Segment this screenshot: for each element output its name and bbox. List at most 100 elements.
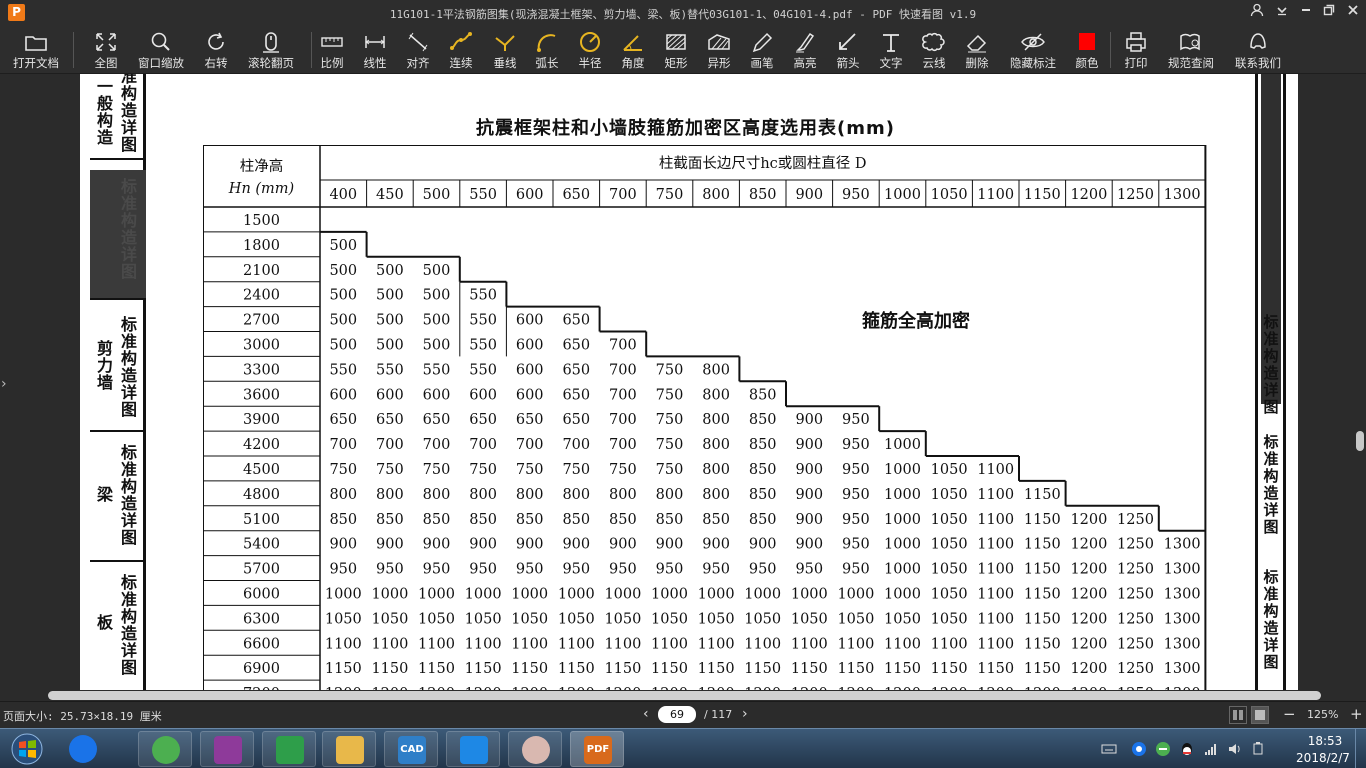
toolbar-magnifier-button[interactable]: 窗口缩放 <box>131 28 191 72</box>
table-cell: 750 <box>376 462 404 478</box>
table-cell: 1000 <box>604 587 641 603</box>
side-tab-shear-wall: 剪力墙 标准构造详图 <box>90 304 146 432</box>
taskbar-app-avatar-photo[interactable] <box>508 731 562 767</box>
magnifier-icon <box>131 30 191 54</box>
taskbar-app-pdf-viewer[interactable]: PDF <box>570 731 624 767</box>
network-icon[interactable] <box>1203 741 1219 757</box>
toolbar-contact-button[interactable]: 联系我们 <box>1228 28 1288 72</box>
table-cell: 1000 <box>884 487 921 503</box>
toolbar-mouse-wheel-button[interactable]: 滚轮翻页 <box>241 28 301 72</box>
toolbar-book-search-button[interactable]: 规范查阅 <box>1161 28 1221 72</box>
table-cell: 650 <box>423 412 451 428</box>
table-cell: 850 <box>423 512 451 528</box>
chrome-tray-icon[interactable] <box>1131 741 1147 757</box>
table-cell: 1000 <box>698 587 735 603</box>
green-tray-icon[interactable] <box>1155 741 1171 757</box>
minimize-icon[interactable] <box>1296 3 1316 23</box>
table-cell: 1100 <box>977 587 1014 603</box>
taskbar-app-chrome[interactable] <box>56 731 110 767</box>
table-cell: 900 <box>516 537 544 553</box>
table-cell: 600 <box>423 387 451 403</box>
side-tab-prefix: 剪力墙 <box>96 339 113 392</box>
taskbar-app-cad-viewer[interactable]: CAD <box>384 731 438 767</box>
table-cell: 750 <box>656 437 684 453</box>
toolbar-label: 右转 <box>204 56 228 70</box>
table-cell: 800 <box>702 387 730 403</box>
table-cell: 950 <box>842 412 870 428</box>
table-cell: 650 <box>562 313 590 329</box>
page-number-input[interactable]: 69 <box>658 706 696 723</box>
row-height-cell: 4500 <box>243 462 280 478</box>
table-cell: 950 <box>562 562 590 578</box>
next-page-icon[interactable]: › <box>742 706 748 722</box>
clock-date[interactable]: 2018/2/7 <box>1282 751 1364 765</box>
table-cell: 1050 <box>465 611 502 627</box>
table-cell: 700 <box>609 412 637 428</box>
clock-time[interactable]: 18:53 <box>1290 734 1360 748</box>
table-cell: 1000 <box>325 587 362 603</box>
table-cell: 800 <box>656 487 684 503</box>
table-cell: 1100 <box>884 636 921 652</box>
taskbar-app-winrar[interactable] <box>200 731 254 767</box>
table-cell: 850 <box>329 512 357 528</box>
row-height-cell: 3000 <box>243 338 280 354</box>
table-cell: 1100 <box>977 512 1014 528</box>
taskbar-app-tool-blue[interactable] <box>446 731 500 767</box>
qq-icon[interactable] <box>1179 741 1195 757</box>
power-icon[interactable] <box>1251 741 1267 757</box>
table-cell: 1100 <box>325 636 362 652</box>
table-cell: 1050 <box>744 611 781 627</box>
taskbar-app-file-explorer[interactable] <box>322 731 376 767</box>
table-cell: 1150 <box>1024 611 1061 627</box>
taskbar: CAD PDF 18:53 2018/2/7 <box>0 728 1366 768</box>
table-cell: 1000 <box>418 587 455 603</box>
table-cell: 1050 <box>604 611 641 627</box>
menu-chevron-icon[interactable] <box>1272 3 1292 23</box>
taskbar-app-green-app[interactable] <box>262 731 316 767</box>
taskbar-app-browser-green[interactable] <box>138 731 192 767</box>
restore-icon[interactable] <box>1319 3 1339 23</box>
table-cell: 850 <box>656 512 684 528</box>
single-page-view-icon[interactable] <box>1251 706 1269 724</box>
table-cell: 900 <box>749 537 777 553</box>
expand-panel-icon[interactable]: › <box>1 376 7 392</box>
row-height-cell: 6600 <box>243 636 280 652</box>
vertical-scrollbar-thumb[interactable] <box>1356 431 1364 451</box>
toolbar-eraser-button[interactable]: 删除 <box>947 28 1007 72</box>
hoop-zone-table: 柱净高 Hn (mm) 柱截面长边尺寸hc或圆柱直径 D 400 450 500 550 60… <box>203 145 1207 690</box>
horizontal-scrollbar[interactable] <box>48 690 1321 701</box>
zoom-in-button[interactable]: + <box>1350 705 1363 723</box>
table-cell: 950 <box>609 562 637 578</box>
table-cell: 500 <box>329 288 357 304</box>
keyboard-icon[interactable] <box>1101 741 1117 757</box>
close-icon[interactable] <box>1343 3 1363 23</box>
toolbar-hide-annotation-button[interactable]: 隐藏标注 <box>1003 28 1063 72</box>
table-cell: 1100 <box>837 636 874 652</box>
toolbar-fullscreen-button[interactable]: 全图 <box>76 28 136 72</box>
table-cell: 950 <box>702 562 730 578</box>
table-cell: 750 <box>423 462 451 478</box>
show-desktop-button[interactable] <box>1355 729 1366 768</box>
user-icon[interactable] <box>1247 3 1267 23</box>
table-cell: 1000 <box>884 537 921 553</box>
volume-icon[interactable] <box>1227 741 1243 757</box>
horizontal-scrollbar-thumb[interactable] <box>48 691 1321 700</box>
side-tab-general: 一般构造 准构造详图 <box>90 74 146 160</box>
table-cell: 1200 <box>1070 636 1107 652</box>
table-cell: 1000 <box>371 587 408 603</box>
table-grid: 柱净高 Hn (mm) 柱截面长边尺寸hc或圆柱直径 D 400 450 500 550 60… <box>203 145 1207 690</box>
prev-page-icon[interactable]: ‹ <box>643 706 649 722</box>
table-cell: 650 <box>329 412 357 428</box>
row-height-cell: 5100 <box>243 512 280 528</box>
zoom-out-button[interactable]: − <box>1283 705 1296 723</box>
table-title: 抗震框架柱和小墙肢箍筋加密区高度选用表(mm) <box>476 118 895 139</box>
toolbar-printer-button[interactable]: 打印 <box>1106 28 1166 72</box>
toolbar-rotate-right-button[interactable]: 右转 <box>186 28 246 72</box>
document-viewport[interactable]: › 一般构造 准构造详图 标准构造详图 剪力墙 标准构造详图 梁 标准构造详图 <box>0 74 1366 690</box>
table-cell: 700 <box>609 362 637 378</box>
toolbar-folder-button[interactable]: 打开文档 <box>6 28 66 72</box>
start-button[interactable] <box>4 729 50 768</box>
column-header-cell: 450 <box>376 187 404 203</box>
table-cell: 1150 <box>651 661 688 677</box>
dual-page-view-icon[interactable] <box>1229 706 1247 724</box>
